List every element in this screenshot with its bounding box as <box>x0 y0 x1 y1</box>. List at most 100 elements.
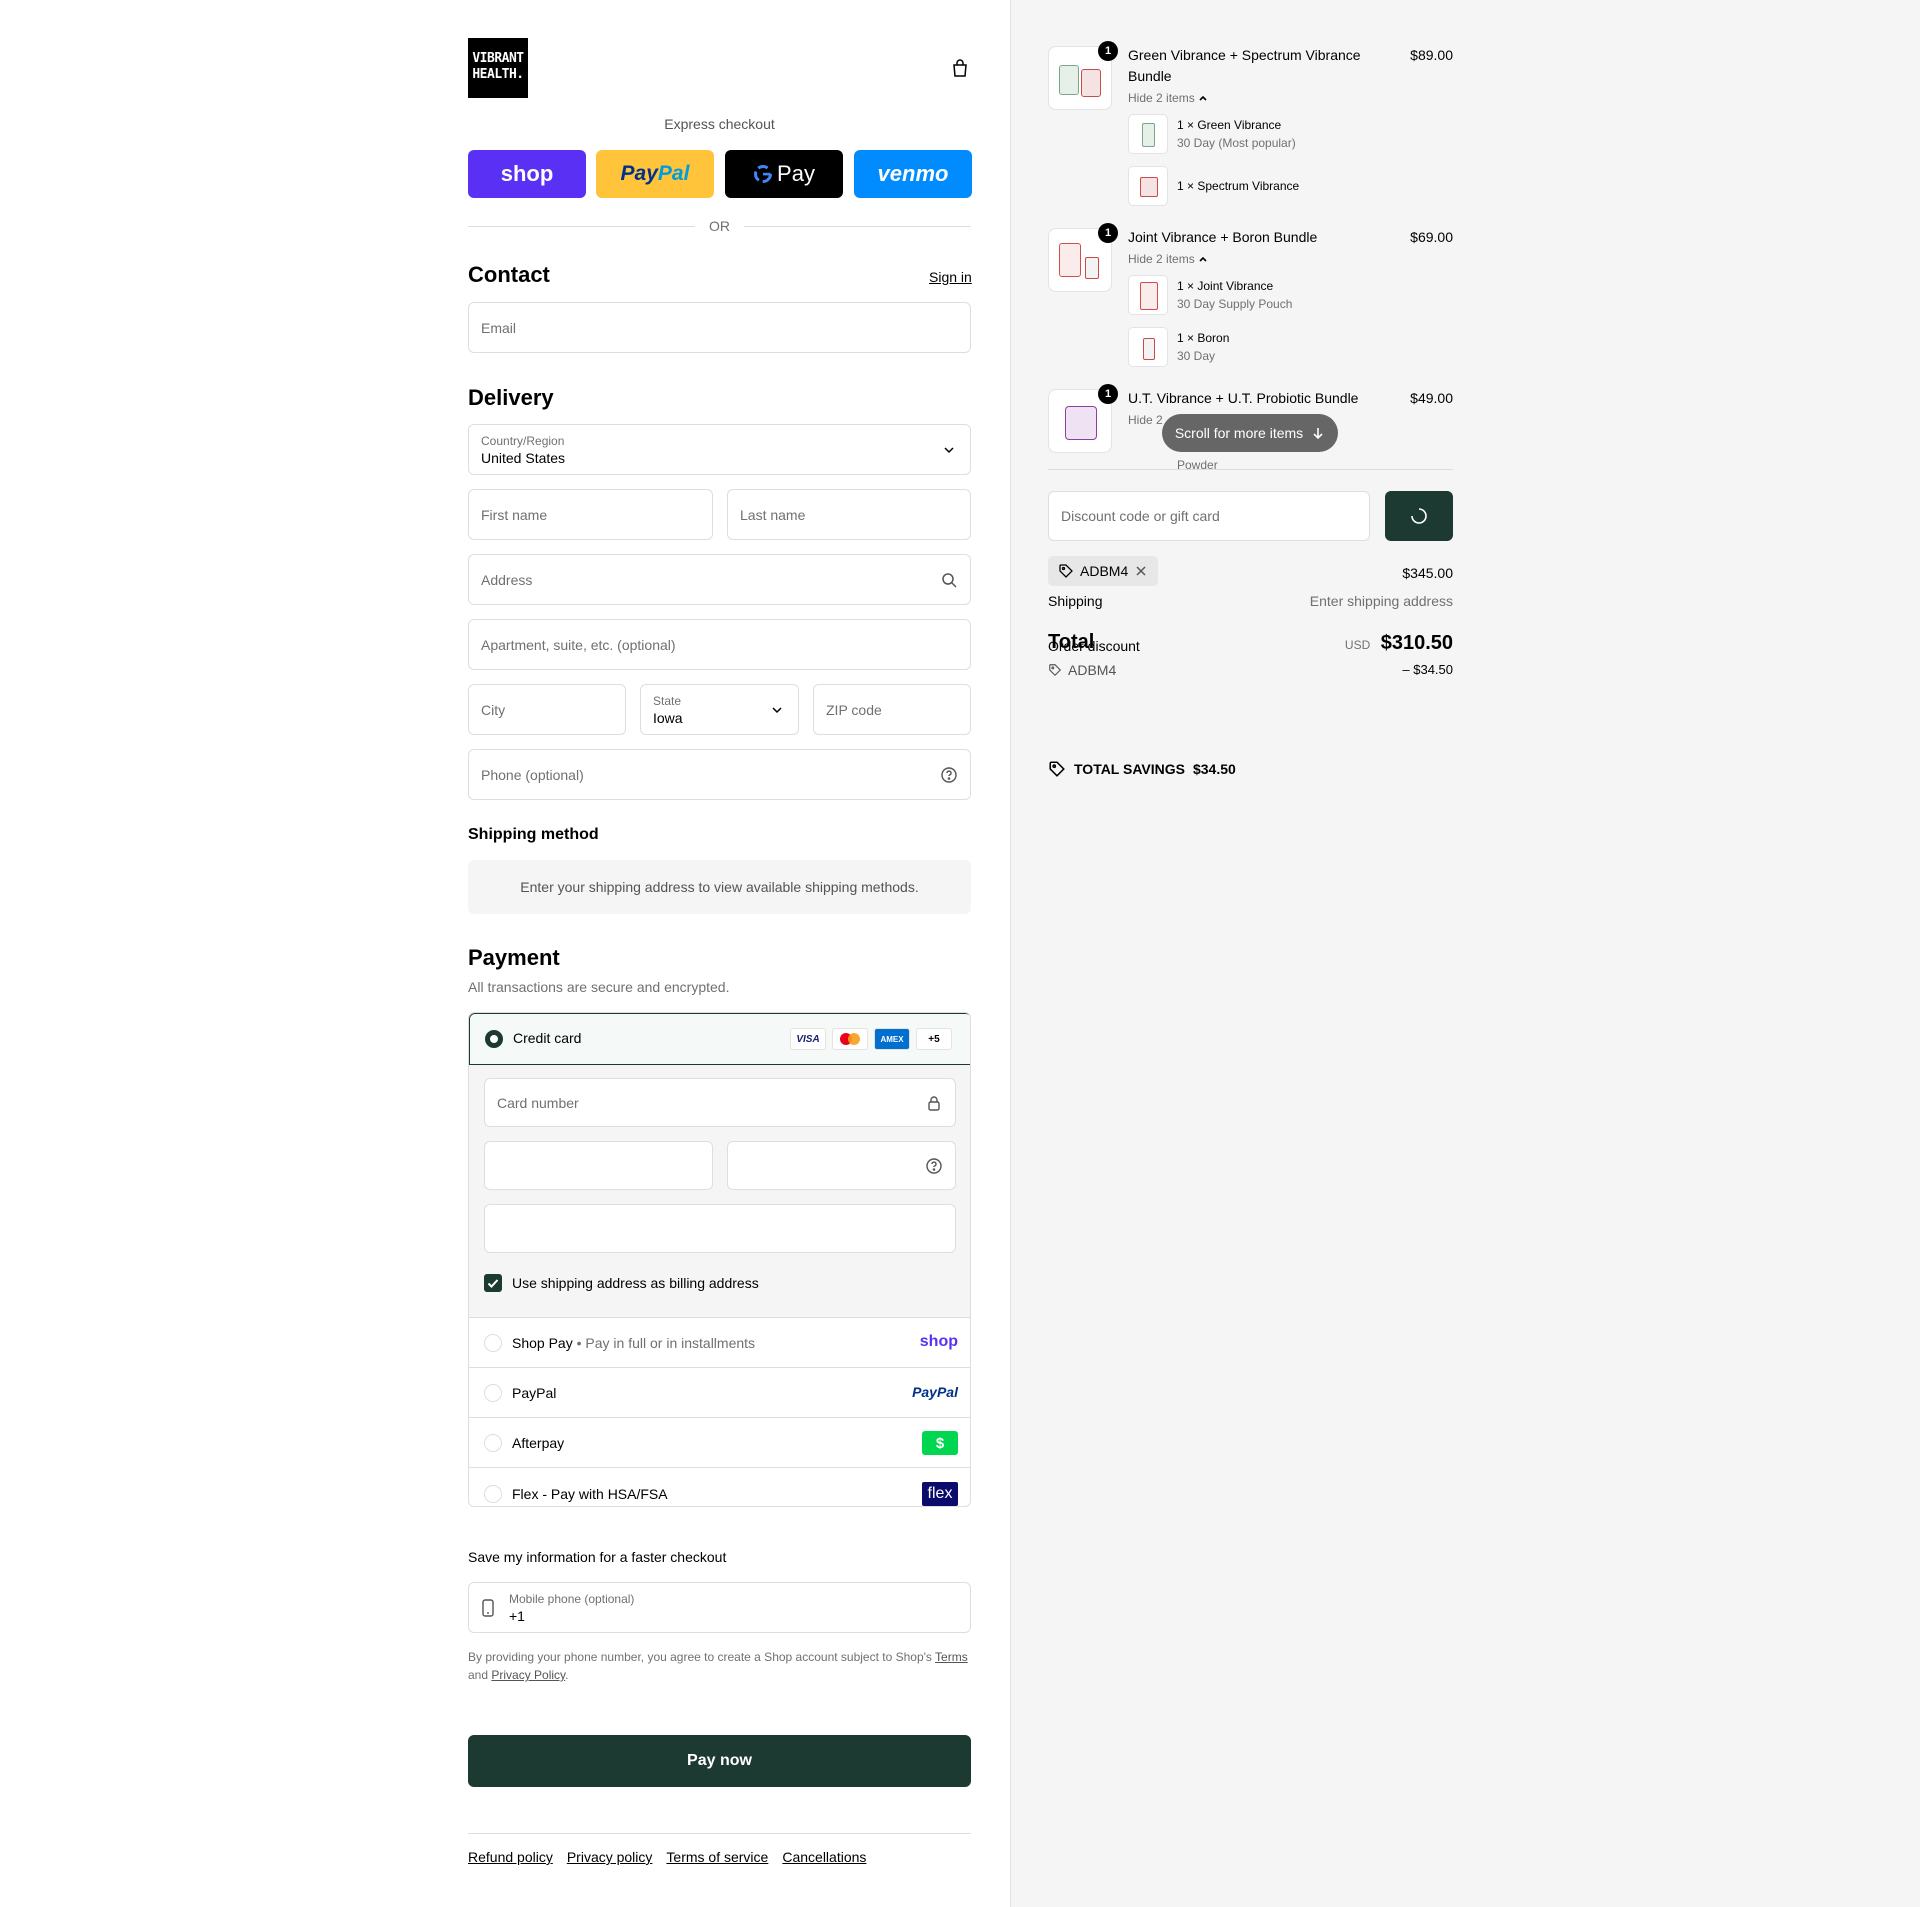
line-item-title: U.T. Vibrance + U.T. Probiotic Bundle <box>1128 390 1359 406</box>
sub-item-thumbnail <box>1128 114 1168 154</box>
applied-discount-tag: ADBM4 <box>1048 556 1159 586</box>
shop-pay-express-button[interactable]: shop <box>468 150 586 198</box>
mobile-phone-icon <box>482 1599 494 1617</box>
product-jar-image <box>1140 177 1158 197</box>
venmo-express-button[interactable]: venmo <box>854 150 972 198</box>
privacy-policy-link[interactable]: Privacy policy <box>567 1849 653 1865</box>
city-field[interactable]: City <box>468 684 626 735</box>
delivery-heading: Delivery <box>468 385 554 410</box>
hide-items-toggle[interactable]: Hide 2 items <box>1128 91 1208 105</box>
sub-item-variant: 30 Day (Most popular) <box>1177 136 1296 150</box>
credit-card-radio[interactable] <box>485 1030 503 1048</box>
help-circle-icon[interactable] <box>940 766 958 784</box>
checkmark-icon <box>487 1279 499 1288</box>
paypal-logo: PayPal <box>912 1384 958 1400</box>
expiration-date-field[interactable] <box>484 1141 713 1190</box>
hide-items-toggle[interactable]: Hide 2 <box>1128 413 1163 427</box>
paypal-option[interactable]: PayPal PayPal <box>469 1368 970 1418</box>
total-savings: TOTAL SAVINGS $34.50 <box>1048 760 1236 778</box>
paypal-radio[interactable] <box>484 1384 502 1402</box>
shipping-method-heading: Shipping method <box>468 826 599 843</box>
chevron-up-icon <box>1199 256 1207 262</box>
product-jar-image <box>1143 338 1155 360</box>
subtotal-value: $345.00 <box>1402 565 1453 581</box>
afterpay-option[interactable]: Afterpay $ <box>469 1418 970 1468</box>
flex-radio[interactable] <box>484 1485 502 1503</box>
card-number-field[interactable]: Card number <box>484 1078 956 1127</box>
flex-hsa-fsa-option[interactable]: Flex - Pay with HSA/FSA flex <box>469 1469 970 1506</box>
sub-item-name: 1 × Joint Vibrance <box>1177 279 1274 293</box>
terms-of-service-link[interactable]: Terms of service <box>666 1849 768 1865</box>
line-item-price: $89.00 <box>1410 47 1453 63</box>
or-divider: OR <box>468 216 971 236</box>
payment-options: Credit card VISA AMEX +5 Card number Use… <box>468 1012 971 1507</box>
state-select[interactable]: State Iowa <box>640 684 799 735</box>
shop-terms-link[interactable]: Terms <box>935 1650 968 1664</box>
billing-address-checkbox[interactable] <box>484 1274 502 1292</box>
apartment-field[interactable]: Apartment, suite, etc. (optional) <box>468 619 971 670</box>
product-jar-image <box>1065 406 1097 440</box>
more-cards-badge: +5 <box>916 1028 952 1050</box>
order-discount-label: Order discount <box>1048 638 1140 654</box>
billing-checkbox-label: Use shipping address as billing address <box>512 1275 759 1291</box>
google-pay-express-button[interactable]: Pay <box>725 150 843 198</box>
loading-spinner-icon <box>1411 508 1427 524</box>
shopping-bag-icon[interactable] <box>950 58 970 78</box>
country-select[interactable]: Country/Region United States <box>468 424 971 475</box>
tag-icon <box>1059 564 1073 578</box>
email-field[interactable]: Email <box>468 302 971 353</box>
cash-app-logo-icon: $ <box>922 1431 958 1455</box>
address-field[interactable]: Address <box>468 554 971 605</box>
sub-item-variant: 30 Day Supply Pouch <box>1177 297 1293 311</box>
cancellations-link[interactable]: Cancellations <box>782 1849 866 1865</box>
scroll-for-more-items-button[interactable]: Scroll for more items <box>1162 414 1338 452</box>
first-name-field[interactable]: First name <box>468 489 713 540</box>
mastercard-circles-icon <box>840 1033 860 1045</box>
shop-pay-radio[interactable] <box>484 1334 502 1352</box>
refund-policy-link[interactable]: Refund policy <box>468 1849 553 1865</box>
shop-privacy-policy-link[interactable]: Privacy Policy <box>491 1668 565 1682</box>
help-circle-icon[interactable] <box>925 1157 943 1175</box>
sign-in-link[interactable]: Sign in <box>929 269 972 285</box>
flex-logo: flex <box>922 1482 958 1506</box>
zip-code-field[interactable]: ZIP code <box>813 684 971 735</box>
google-g-icon <box>754 165 773 183</box>
product-jar-image <box>1140 282 1158 310</box>
shipping-method-message: Enter your shipping address to view avai… <box>468 860 971 914</box>
paypal-express-button[interactable]: Pay Pal <box>596 150 714 198</box>
shop-legal-text: By providing your phone number, you agre… <box>468 1650 968 1682</box>
discount-code-field[interactable]: Discount code or gift card <box>1048 491 1370 541</box>
total-amount: USD $310.50 <box>1344 632 1453 654</box>
policy-footer: Refund policy Privacy policy Terms of se… <box>468 1833 971 1865</box>
visa-icon: VISA <box>790 1028 826 1050</box>
tag-icon <box>1049 664 1062 677</box>
security-code-field[interactable] <box>727 1141 956 1190</box>
quantity-badge: 1 <box>1098 41 1118 61</box>
apply-discount-button[interactable] <box>1385 491 1453 541</box>
vibrant-health-logo[interactable]: VIBRANT HEALTH. <box>468 38 528 98</box>
product-jar-image <box>1085 257 1099 279</box>
mobile-phone-field[interactable]: Mobile phone (optional) +1 <box>468 1582 971 1633</box>
sub-item-variant: 30 Day <box>1177 349 1216 363</box>
shop-pay-option[interactable]: Shop Pay • Pay in full or in installment… <box>469 1318 970 1368</box>
name-on-card-field[interactable] <box>484 1204 956 1253</box>
line-item-price: $49.00 <box>1410 390 1453 406</box>
product-jar-image <box>1142 123 1155 147</box>
credit-card-option[interactable]: Credit card VISA AMEX +5 <box>469 1013 970 1065</box>
quantity-badge: 1 <box>1098 223 1118 243</box>
credit-card-form: Card number Use shipping address as bill… <box>469 1065 970 1318</box>
summary-divider <box>1048 469 1453 470</box>
lock-icon <box>928 1095 940 1111</box>
afterpay-radio[interactable] <box>484 1434 502 1452</box>
pay-now-button[interactable]: Pay now <box>468 1735 971 1787</box>
remove-discount-close-icon[interactable] <box>1134 564 1148 578</box>
last-name-field[interactable]: Last name <box>727 489 971 540</box>
divider-line <box>744 225 971 227</box>
phone-field[interactable]: Phone (optional) <box>468 749 971 800</box>
hide-items-toggle[interactable]: Hide 2 items <box>1128 252 1208 266</box>
arrow-down-icon <box>1313 428 1323 440</box>
payment-heading: Payment <box>468 945 560 970</box>
sub-item-name: 1 × Green Vibrance <box>1177 118 1282 132</box>
shipping-label: Shipping <box>1048 593 1103 609</box>
shipping-value: Enter shipping address <box>1309 593 1453 609</box>
